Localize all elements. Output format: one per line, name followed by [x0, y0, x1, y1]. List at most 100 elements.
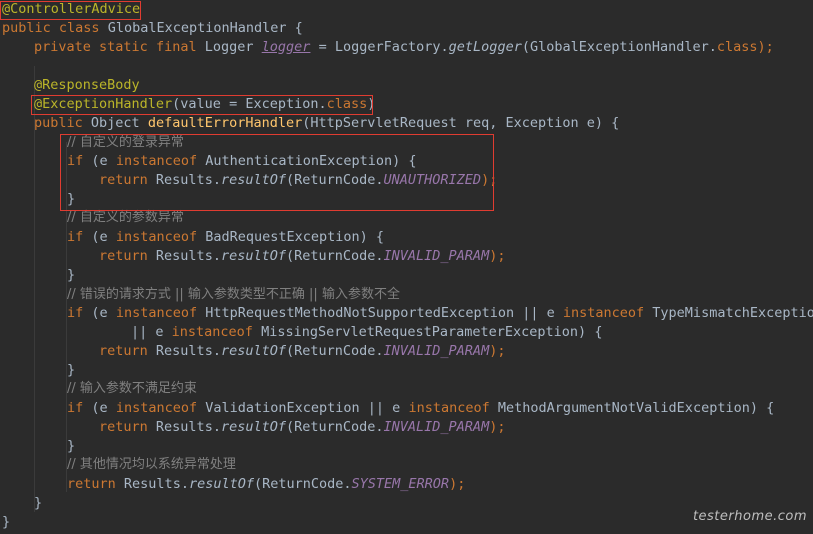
comment: // 自定义的参数异常 [67, 210, 184, 225]
condition: (e [91, 305, 108, 321]
keyword: return [99, 248, 148, 264]
watermark: testerhome.com [692, 509, 807, 524]
code-line-9: if (e instanceof AuthenticationException… [67, 152, 813, 171]
code-line-3: private static final Logger logger = Log… [34, 38, 813, 57]
condition: || e [131, 324, 164, 340]
condition-type: TypeMismatchException [652, 305, 813, 321]
keyword: class [58, 20, 100, 36]
comment: // 输入参数不满足约束 [67, 381, 197, 396]
code-line-24: } [67, 437, 813, 456]
keyword: return [67, 476, 116, 492]
code-line-26: return Results.resultOf(ReturnCode.SYSTE… [67, 475, 813, 494]
code-line-2: public class GlobalExceptionHandler { [2, 19, 813, 38]
args: (ReturnCode. [253, 476, 352, 492]
keyword: instanceof [115, 400, 198, 416]
brace: } [2, 514, 11, 530]
condition-type: ValidationException || e [205, 400, 401, 416]
response-body-annotation: @ResponseBody [34, 77, 140, 93]
brace: } [67, 362, 76, 378]
keyword: if [67, 153, 84, 169]
terminator: ); [489, 248, 506, 264]
brace: } [67, 191, 76, 207]
constant: SYSTEM_ERROR [351, 476, 450, 492]
static-method: resultOf [220, 419, 286, 435]
terminator: ); [489, 419, 506, 435]
class-ref: Results. [155, 343, 221, 359]
class-ref: Results. [155, 172, 221, 188]
keyword: instanceof [562, 305, 645, 321]
controller-advice-annotation: @ControllerAdvice [2, 1, 141, 17]
args: (ReturnCode. [285, 419, 384, 435]
code-line-17: if (e instanceof HttpRequestMethodNotSup… [67, 304, 813, 323]
keyword: instanceof [115, 305, 198, 321]
code-line-8: // 自定义的登录异常 [67, 133, 813, 152]
comment: // 其他情况均以系统异常处理 [67, 457, 236, 472]
brace: } [67, 438, 76, 454]
condition: (e [91, 229, 108, 245]
class-ref: Results. [155, 248, 221, 264]
exception-handler-annotation: @ExceptionHandler [34, 96, 173, 112]
code-line-23: return Results.resultOf(ReturnCode.INVAL… [99, 418, 813, 437]
terminator: ); [481, 172, 498, 188]
code-line-22: if (e instanceof ValidationException || … [67, 399, 813, 418]
method-name: defaultErrorHandler [147, 115, 303, 131]
code-line-21: // 输入参数不满足约束 [67, 379, 813, 398]
code-line-13: if (e instanceof BadRequestException) { [67, 228, 813, 247]
type-name: Object [90, 115, 140, 131]
comment: // 错误的请求方式 || 输入参数类型不正确 || 输入参数不全 [67, 287, 400, 302]
keyword: if [67, 305, 84, 321]
keyword: if [67, 400, 84, 416]
class-ref: Results. [123, 476, 189, 492]
code-line-5: @ResponseBody [34, 76, 813, 95]
condition-type: BadRequestException) { [205, 229, 385, 245]
args: (ReturnCode. [285, 248, 384, 264]
code-line-19: return Results.resultOf(ReturnCode.INVAL… [99, 342, 813, 361]
static-method: resultOf [188, 476, 254, 492]
code-line-10: return Results.resultOf(ReturnCode.UNAUT… [99, 171, 813, 190]
terminator: ); [449, 476, 466, 492]
code-line-25: // 其他情况均以系统异常处理 [67, 455, 813, 474]
keyword: class [716, 39, 758, 55]
static-method: resultOf [220, 172, 286, 188]
keyword: return [99, 172, 148, 188]
code-line-15: } [67, 266, 813, 285]
operator: = [318, 39, 327, 55]
code-line-11: } [67, 190, 813, 209]
brace: } [67, 267, 76, 283]
condition: (e [91, 153, 108, 169]
comment: // 自定义的登录异常 [67, 135, 184, 150]
keyword: class [326, 96, 368, 112]
terminator: ); [757, 39, 774, 55]
terminator: ); [489, 343, 506, 359]
code-line-20: } [67, 361, 813, 380]
constant: INVALID_PARAM [383, 419, 490, 435]
condition-type: HttpRequestMethodNotSupportedException |… [205, 305, 555, 321]
keyword: instanceof [408, 400, 490, 416]
static-method: getLogger [448, 39, 522, 55]
brace: } [34, 495, 43, 511]
keyword: static [99, 39, 148, 55]
keyword: public [2, 20, 51, 36]
keyword: public [34, 115, 83, 131]
class-ref: LoggerFactory. [334, 39, 449, 55]
constant: INVALID_PARAM [383, 248, 490, 264]
keyword: instanceof [115, 229, 198, 245]
keyword: private [34, 39, 91, 55]
code-line-6: @ExceptionHandler(value = Exception.clas… [34, 95, 813, 114]
annotation-args: (value = Exception. [172, 96, 327, 112]
constant: UNAUTHORIZED [383, 172, 482, 188]
condition: (e [91, 400, 108, 416]
static-method: resultOf [220, 248, 286, 264]
code-editor[interactable]: @ControllerAdvice public class GlobalExc… [0, 0, 813, 534]
args: (ReturnCode. [285, 343, 384, 359]
logger-field: logger [261, 39, 311, 55]
args: (ReturnCode. [285, 172, 384, 188]
code-line-18: || e instanceof MissingServletRequestPar… [131, 323, 813, 342]
code-line-7: public Object defaultErrorHandler(HttpSe… [34, 114, 813, 133]
brace: { [294, 20, 303, 36]
static-method: resultOf [220, 343, 286, 359]
keyword: if [67, 229, 84, 245]
condition-type: AuthenticationException) { [205, 153, 417, 169]
code-line-16: // 错误的请求方式 || 输入参数类型不正确 || 输入参数不全 [67, 285, 813, 304]
condition-type: MissingServletRequestParameterException)… [261, 324, 603, 340]
